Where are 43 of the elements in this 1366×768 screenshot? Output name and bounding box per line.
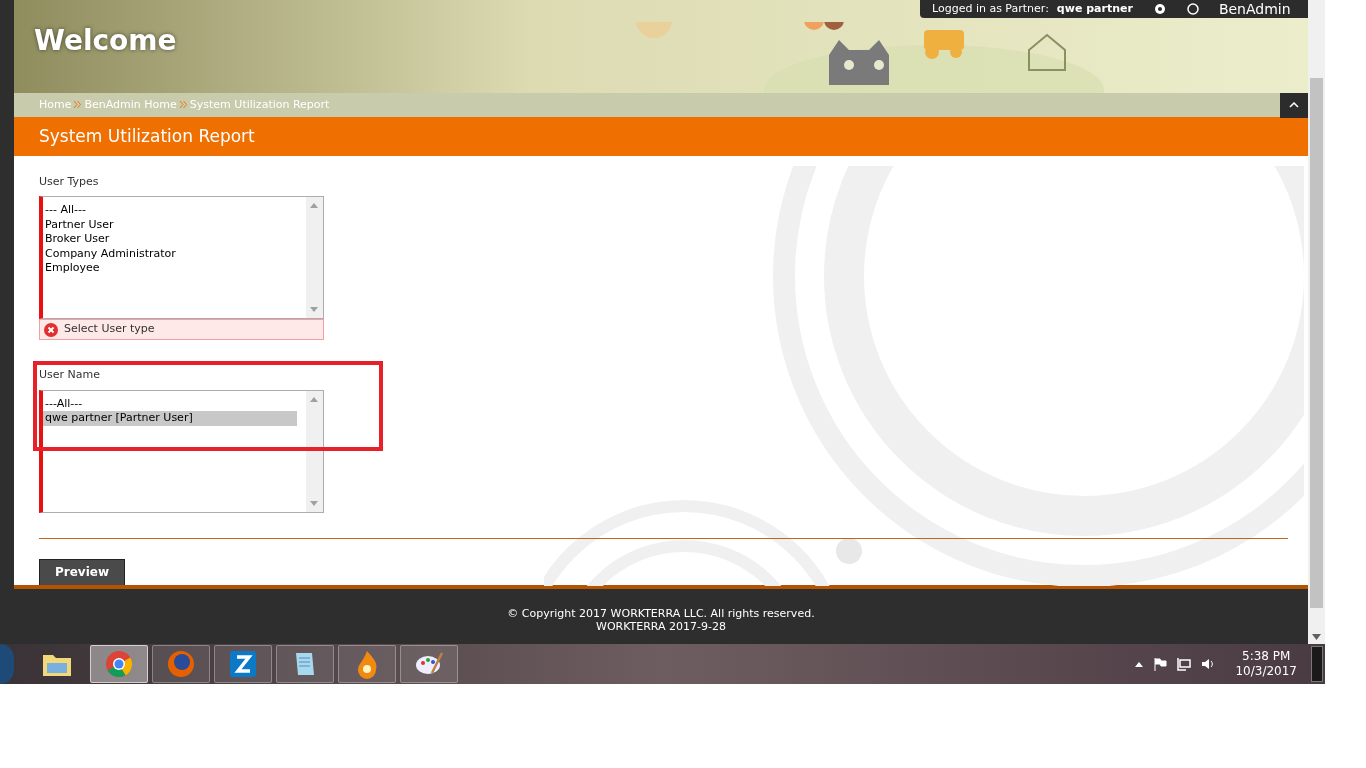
error-text: Select User type bbox=[64, 321, 155, 338]
browser-icon bbox=[166, 649, 196, 679]
list-option[interactable]: ---All--- bbox=[43, 396, 297, 412]
show-desktop-button[interactable] bbox=[1311, 646, 1323, 682]
list-option[interactable]: qwe partner [Partner User] bbox=[43, 411, 297, 426]
letter-z-icon bbox=[228, 649, 258, 679]
field-label: User Types bbox=[39, 173, 100, 190]
chevron-icon bbox=[74, 101, 82, 109]
list-option[interactable]: Partner User bbox=[43, 217, 297, 233]
taskbar-app-button[interactable] bbox=[214, 645, 272, 683]
list-option[interactable]: --- All--- bbox=[43, 203, 297, 218]
browser-icon bbox=[104, 649, 134, 679]
collapse-button[interactable] bbox=[1280, 92, 1308, 118]
network-icon[interactable] bbox=[1177, 657, 1192, 671]
speaker-icon[interactable] bbox=[1201, 657, 1216, 671]
flag-icon[interactable] bbox=[1153, 657, 1168, 671]
start-button[interactable] bbox=[0, 644, 14, 684]
page-title: System Utilization Report bbox=[14, 116, 1308, 156]
scroll-down-icon[interactable] bbox=[1312, 634, 1321, 640]
circle-icon[interactable] bbox=[1186, 3, 1199, 15]
list-option[interactable]: Company Administrator bbox=[43, 246, 297, 262]
field-label: User Name bbox=[39, 367, 102, 384]
chevron-icon bbox=[179, 101, 187, 109]
error-icon bbox=[44, 322, 58, 337]
clock-date[interactable]: 10/3/2017 bbox=[1235, 664, 1297, 679]
footer-text: © Copyright 2017 WORKTERRA LLC. All rights reserved. bbox=[507, 607, 815, 621]
welcome-title: Welcome bbox=[34, 23, 177, 59]
user-name-link[interactable]: qwe partner bbox=[1056, 0, 1133, 18]
footer-text: WORKTERRA 2017-9-28 bbox=[596, 620, 726, 634]
account-name[interactable]: BenAdmin bbox=[1218, 1, 1291, 17]
listbox[interactable]: ---All--- qwe partner [Partner User] bbox=[39, 389, 324, 513]
listbox[interactable]: --- All--- Partner User Broker User Company Administrator Employee bbox=[39, 196, 324, 320]
taskbar-app-button[interactable] bbox=[276, 645, 334, 683]
list-option[interactable]: Broker User bbox=[43, 232, 297, 247]
logged-in-label: Logged in as Partner: bbox=[932, 0, 1049, 17]
tray-caret-icon[interactable] bbox=[1135, 661, 1144, 667]
taskbar-app-button[interactable] bbox=[338, 645, 396, 683]
settings-icon[interactable] bbox=[1152, 2, 1167, 16]
clock-time[interactable]: 5:38 PM bbox=[1242, 649, 1291, 664]
preview-button[interactable]: Preview bbox=[39, 558, 125, 585]
caret-up-icon bbox=[1289, 102, 1299, 109]
list-option[interactable]: Employee bbox=[43, 261, 297, 276]
taskbar-app-button[interactable] bbox=[400, 645, 458, 683]
